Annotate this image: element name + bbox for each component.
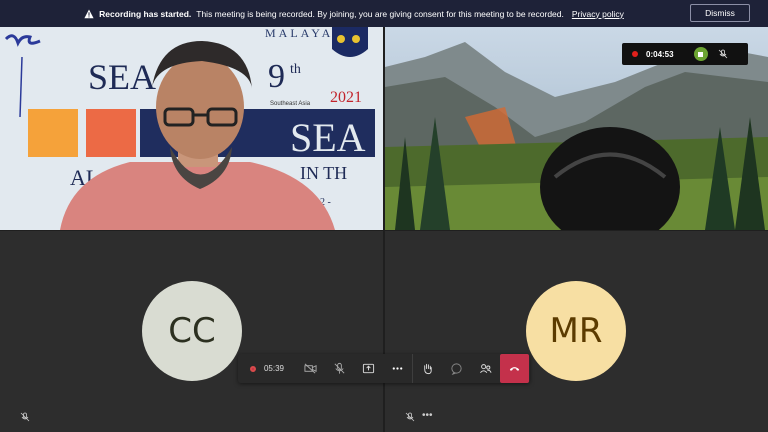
avatar: MR <box>526 281 626 381</box>
banner-message-row: Recording has started. This meeting is b… <box>84 9 624 19</box>
svg-text:SEA: SEA <box>290 115 366 160</box>
svg-text:9: 9 <box>268 58 285 95</box>
privacy-policy-link[interactable]: Privacy policy <box>572 9 624 19</box>
camera-toggle-button[interactable] <box>296 354 325 383</box>
meeting-timer: 05:39 <box>238 354 296 383</box>
share-tray-icon <box>362 363 375 374</box>
hang-up-button[interactable] <box>500 354 529 383</box>
raise-hand-button[interactable] <box>413 354 442 383</box>
participant-tile-mr[interactable]: MR ••• <box>385 231 768 432</box>
svg-text:SEA: SEA <box>88 57 156 97</box>
more-options-icon[interactable]: ••• <box>422 410 433 421</box>
svg-text:2021: 2021 <box>330 89 362 106</box>
more-options-icon <box>392 367 403 370</box>
banner-text: This meeting is being recorded. By joini… <box>196 8 564 19</box>
svg-text:Southeast Asia: Southeast Asia <box>270 101 311 107</box>
meeting-timer-text: 05:39 <box>263 364 285 373</box>
video-tile-background[interactable]: 0:04:53 <box>385 27 768 230</box>
mic-off-icon <box>20 412 30 422</box>
stop-icon <box>698 51 704 57</box>
dismiss-button[interactable]: Dismiss <box>690 4 750 22</box>
chat-icon <box>451 363 462 375</box>
svg-text:IN TH: IN TH <box>300 163 347 183</box>
video-tile-presenter[interactable]: MALAYA 9 th SEA 2021 Southeast Asia SEA … <box>0 27 383 230</box>
camera-off-icon <box>304 363 317 374</box>
raise-hand-icon <box>424 363 432 375</box>
recording-icon <box>249 365 256 372</box>
recording-time: 0:04:53 <box>646 49 674 59</box>
people-icon <box>480 364 492 373</box>
mic-off-icon[interactable] <box>718 49 728 59</box>
banner-title: Recording has started. <box>99 8 192 19</box>
recording-indicator: 0:04:53 <box>622 43 748 65</box>
recording-banner: Recording has started. This meeting is b… <box>0 0 768 27</box>
svg-text:MALAYA: MALAYA <box>265 27 333 40</box>
avatar: CC <box>142 281 242 381</box>
presenter-video-frame: MALAYA 9 th SEA 2021 Southeast Asia SEA … <box>0 27 383 230</box>
more-actions-button[interactable] <box>383 354 412 383</box>
warning-icon <box>84 9 94 18</box>
participants-button[interactable] <box>471 354 500 383</box>
meeting-toolbar: 05:39 <box>238 354 530 383</box>
stop-recording-button[interactable] <box>693 47 708 61</box>
participant-tile-cc[interactable]: CC <box>0 231 383 432</box>
chat-button[interactable] <box>442 354 471 383</box>
mic-off-icon <box>334 362 345 374</box>
hang-up-icon <box>509 367 520 371</box>
svg-text:th: th <box>290 62 301 77</box>
mic-off-icon <box>405 412 415 422</box>
share-screen-button[interactable] <box>354 354 383 383</box>
recording-dot-icon <box>632 51 638 57</box>
mic-toggle-button[interactable] <box>325 354 354 383</box>
